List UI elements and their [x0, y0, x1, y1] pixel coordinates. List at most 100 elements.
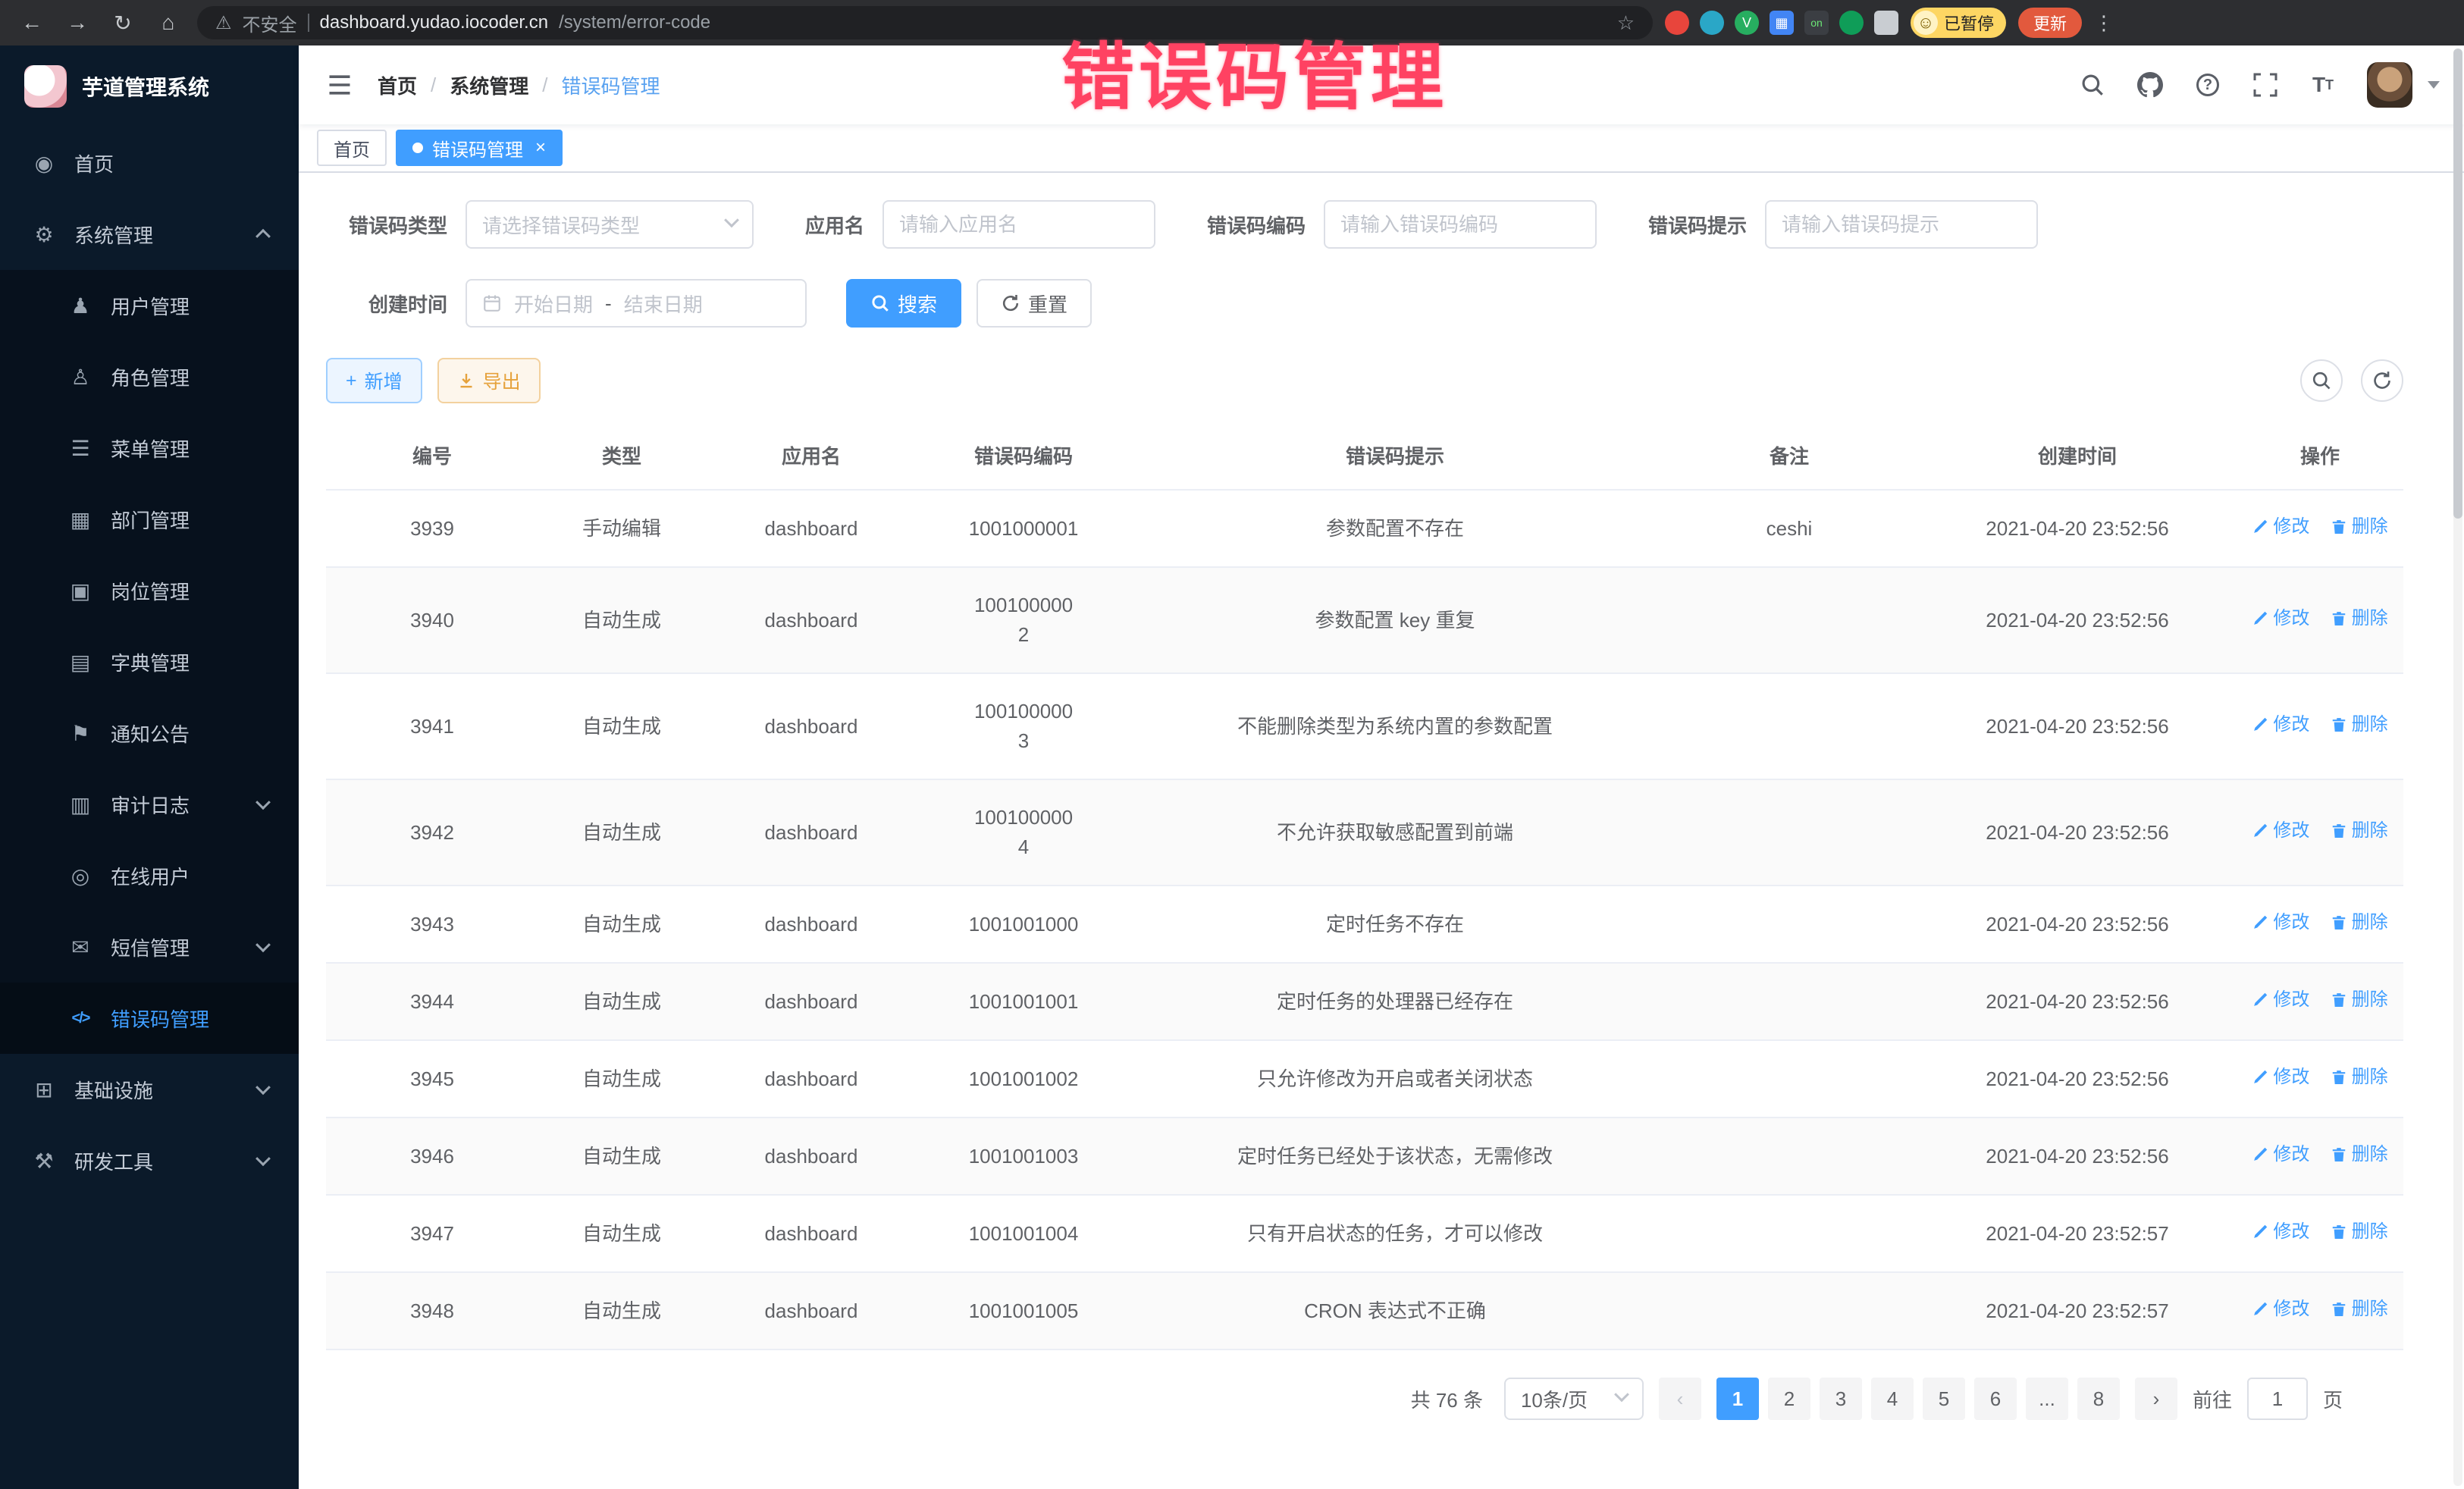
hamburger-icon[interactable]	[323, 68, 356, 102]
delete-link[interactable]: 删除	[2331, 909, 2388, 936]
pager-page-1[interactable]: 1	[1716, 1378, 1759, 1420]
edit-link[interactable]: 修改	[2252, 1296, 2309, 1323]
browser-profile-button[interactable]: ☺ 已暂停	[1911, 8, 2006, 38]
sidebar-item-dev-tools[interactable]: ⚒研发工具	[0, 1125, 299, 1196]
user-icon: ♟	[67, 293, 94, 318]
cell-app: dashboard	[705, 490, 917, 567]
extension-on-icon[interactable]: on	[1804, 11, 1829, 35]
chevron-down-icon	[255, 1080, 271, 1095]
sidebar-item-online-users[interactable]: ◎在线用户	[0, 840, 299, 911]
extension-red-icon[interactable]	[1665, 11, 1689, 35]
pager-page-5[interactable]: 5	[1923, 1378, 1965, 1420]
reset-button[interactable]: 重置	[977, 279, 1092, 328]
sidebar-item-home[interactable]: ◉首页	[0, 127, 299, 199]
extensions-puzzle-icon[interactable]	[1874, 11, 1898, 35]
sidebar-item-role-management[interactable]: ♙角色管理	[0, 341, 299, 412]
github-icon[interactable]	[2136, 71, 2164, 99]
sidebar-item-notice-announcement[interactable]: ⚑通知公告	[0, 697, 299, 769]
refresh-icon[interactable]	[2361, 359, 2403, 402]
pager-ellipsis[interactable]: ...	[2026, 1378, 2068, 1420]
font-size-icon[interactable]: TT	[2309, 71, 2337, 99]
sidebar-item-sms-management[interactable]: ✉短信管理	[0, 911, 299, 983]
delete-link[interactable]: 删除	[2331, 1064, 2388, 1091]
search-button[interactable]: 搜索	[846, 279, 961, 328]
post-icon: ▣	[67, 578, 94, 603]
export-button[interactable]: 导出	[437, 358, 541, 403]
reload-icon[interactable]: ↻	[106, 6, 140, 39]
delete-link[interactable]: 删除	[2331, 513, 2388, 541]
cell-code: 1001000001	[917, 490, 1130, 567]
add-button[interactable]: + 新增	[326, 358, 422, 403]
page-scrollbar[interactable]	[2453, 49, 2462, 1486]
sidebar-item-audit-log[interactable]: ▥审计日志	[0, 769, 299, 840]
delete-link[interactable]: 删除	[2331, 986, 2388, 1014]
sidebar-item-label: 审计日志	[111, 791, 190, 819]
pager-page-4[interactable]: 4	[1871, 1378, 1914, 1420]
page-size-select[interactable]: 10条/页	[1504, 1378, 1644, 1420]
tab-home[interactable]: 首页	[317, 130, 387, 166]
fullscreen-icon[interactable]	[2252, 71, 2279, 99]
user-avatar[interactable]	[2367, 62, 2412, 108]
sidebar-item-post-management[interactable]: ▣岗位管理	[0, 555, 299, 626]
browser-update-button[interactable]: 更新	[2018, 8, 2082, 38]
chevron-down-icon[interactable]	[2428, 81, 2440, 89]
goto-page-input[interactable]	[2247, 1378, 2308, 1420]
security-label: 不安全	[243, 10, 297, 36]
sidebar-item-dept-management[interactable]: ▦部门管理	[0, 484, 299, 555]
error-code-input[interactable]	[1340, 213, 1580, 237]
extension-pin-icon[interactable]	[1700, 11, 1724, 35]
pager-page-2[interactable]: 2	[1768, 1378, 1810, 1420]
delete-link[interactable]: 删除	[2331, 1218, 2388, 1246]
browser-menu-icon[interactable]: ⋮	[2094, 11, 2114, 35]
breadcrumb-system[interactable]: 系统管理	[450, 71, 528, 99]
back-icon[interactable]: ←	[15, 6, 49, 39]
edit-link[interactable]: 修改	[2252, 1064, 2309, 1091]
delete-link[interactable]: 删除	[2331, 711, 2388, 738]
pager-next-button[interactable]: ›	[2135, 1378, 2177, 1420]
col-time: 创建时间	[1918, 422, 2237, 490]
extension-grid-icon[interactable]: ▦	[1770, 11, 1794, 35]
error-hint-input[interactable]	[1782, 213, 2021, 237]
tab-error-code[interactable]: 错误码管理 ×	[396, 130, 563, 166]
pager-prev-button[interactable]: ‹	[1659, 1378, 1701, 1420]
home-icon[interactable]: ⌂	[152, 6, 185, 39]
edit-link[interactable]: 修改	[2252, 605, 2309, 632]
chevron-down-icon	[724, 212, 739, 227]
delete-link[interactable]: 删除	[2331, 1141, 2388, 1168]
edit-link[interactable]: 修改	[2252, 1218, 2309, 1246]
delete-link[interactable]: 删除	[2331, 1296, 2388, 1323]
pager-page-3[interactable]: 3	[1820, 1378, 1862, 1420]
extension-check-icon[interactable]: V	[1735, 11, 1759, 35]
sidebar-item-menu-management[interactable]: ☰菜单管理	[0, 412, 299, 484]
scrollbar-thumb[interactable]	[2453, 49, 2462, 519]
help-icon[interactable]: ?	[2194, 71, 2221, 99]
edit-link[interactable]: 修改	[2252, 817, 2309, 845]
edit-link[interactable]: 修改	[2252, 909, 2309, 936]
forward-icon[interactable]: →	[61, 6, 94, 39]
pager-page-8[interactable]: 8	[2077, 1378, 2120, 1420]
pager-page-6[interactable]: 6	[1974, 1378, 2017, 1420]
edit-link[interactable]: 修改	[2252, 513, 2309, 541]
breadcrumb-home[interactable]: 首页	[378, 71, 417, 99]
sidebar-item-infrastructure[interactable]: ⊞基础设施	[0, 1054, 299, 1125]
search-icon[interactable]	[2079, 71, 2106, 99]
bookmark-star-icon[interactable]: ☆	[1617, 11, 1635, 35]
sidebar-item-error-code-management[interactable]: </>错误码管理	[0, 983, 299, 1054]
date-range-picker[interactable]: 开始日期 - 结束日期	[466, 279, 807, 328]
edit-link[interactable]: 修改	[2252, 986, 2309, 1014]
extension-leaf-icon[interactable]	[1839, 11, 1864, 35]
edit-link[interactable]: 修改	[2252, 711, 2309, 738]
table-row: 3942 自动生成 dashboard 1001000004 不允许获取敏感配置…	[326, 779, 2403, 886]
app-logo[interactable]: 芋道管理系统	[0, 45, 299, 127]
sidebar-item-system-management[interactable]: ⚙系统管理	[0, 199, 299, 270]
delete-link[interactable]: 删除	[2331, 605, 2388, 632]
delete-link[interactable]: 删除	[2331, 817, 2388, 845]
app-name-input[interactable]	[899, 213, 1139, 237]
error-type-select[interactable]: 请选择错误码类型	[466, 200, 754, 249]
tab-close-icon[interactable]: ×	[535, 139, 546, 157]
sidebar-item-dict-management[interactable]: ▤字典管理	[0, 626, 299, 697]
edit-link[interactable]: 修改	[2252, 1141, 2309, 1168]
delete-link-label: 删除	[2352, 605, 2388, 632]
toggle-search-icon[interactable]	[2300, 359, 2343, 402]
sidebar-item-user-management[interactable]: ♟用户管理	[0, 270, 299, 341]
